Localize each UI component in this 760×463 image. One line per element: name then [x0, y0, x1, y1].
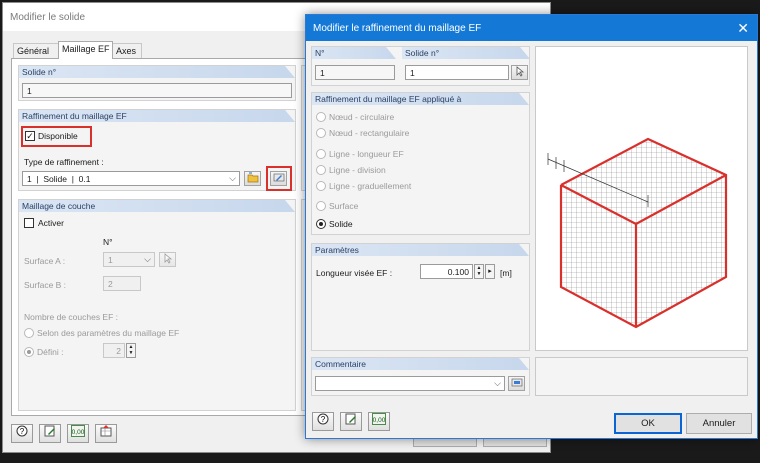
option-line-division-radio[interactable]: [316, 165, 326, 175]
tab-general[interactable]: Général: [13, 43, 59, 58]
defined-radio[interactable]: [24, 347, 34, 357]
library-icon: [511, 378, 522, 387]
units-button[interactable]: 0,00: [368, 412, 390, 431]
units-icon: 0,00: [71, 425, 85, 437]
solid-number-section: Solide n° 1: [18, 65, 296, 101]
option-node-rectangular-radio[interactable]: [316, 128, 326, 138]
help-icon: ?: [16, 425, 28, 437]
edit-note-icon: [44, 425, 55, 437]
chevron-down-icon: ⌵: [494, 378, 501, 388]
tab-axes[interactable]: Axes: [112, 43, 142, 58]
section-header: Raffinement du maillage EF appliqué à: [312, 93, 529, 105]
edit-note-icon: [345, 413, 356, 425]
comment-library-button[interactable]: [508, 376, 525, 391]
defined-count-spinner[interactable]: ▲ ▼: [126, 343, 136, 358]
section-header: Maillage de couche: [19, 200, 295, 212]
option-line-gradual-label: Ligne - graduellement: [329, 181, 412, 191]
number-section: N° Solide n° 1 1: [311, 46, 530, 86]
pick-solid-button[interactable]: [511, 65, 528, 80]
option-solid-radio[interactable]: [316, 219, 326, 229]
section-header: Solide n°: [19, 66, 295, 78]
help-button[interactable]: ?: [11, 424, 33, 443]
option-line-length-label: Ligne - longueur EF: [329, 149, 404, 159]
defined-count-field[interactable]: 2: [103, 343, 125, 358]
option-line-gradual-radio[interactable]: [316, 181, 326, 191]
option-line-length-radio[interactable]: [316, 149, 326, 159]
dialog-title: Modifier le raffinement du maillage EF: [306, 15, 757, 41]
layer-mesh-section: Maillage de couche Activer N° Surface A …: [18, 199, 296, 411]
layer-count-label: Nombre de couches EF :: [24, 312, 119, 322]
svg-text:0,00: 0,00: [72, 429, 85, 436]
help-button[interactable]: ?: [312, 412, 334, 431]
units-button[interactable]: 0,00: [67, 424, 89, 443]
edit-note-button[interactable]: [340, 412, 362, 431]
section-header: Paramètres: [312, 244, 529, 256]
option-surface-radio[interactable]: [316, 201, 326, 211]
surface-a-select[interactable]: 1 ⌵: [103, 252, 155, 267]
tab-mesh[interactable]: Maillage EF: [58, 41, 113, 59]
parameters-section: Paramètres Longueur visée EF : 0.100 ▲ ▼ …: [311, 243, 530, 351]
comment-input[interactable]: ⌵: [315, 376, 505, 391]
no-header: N°: [312, 47, 396, 59]
info-table-icon: [100, 425, 112, 437]
pointer-icon: [516, 66, 524, 77]
comment-section: Commentaire ⌵: [311, 357, 530, 396]
option-node-circular-label: Nœud - circulaire: [329, 112, 395, 122]
target-length-label: Longueur visée EF :: [316, 268, 393, 278]
surface-a-label: Surface A :: [24, 256, 66, 266]
mesh-params-label: Selon des paramètres du maillage EF: [37, 328, 180, 338]
cube-preview: [535, 46, 748, 351]
highlight-available: [21, 126, 92, 147]
activate-checkbox[interactable]: [24, 218, 34, 228]
section-header: Commentaire: [312, 358, 529, 370]
new-folder-icon: [247, 172, 258, 183]
activate-label: Activer: [38, 218, 64, 228]
close-icon[interactable]: ✕: [737, 20, 749, 37]
pick-surface-button[interactable]: [159, 252, 176, 267]
ok-button[interactable]: OK: [614, 413, 682, 434]
svg-text:?: ?: [321, 415, 326, 424]
target-length-unit: [m]: [500, 268, 512, 278]
section-header: Raffinement du maillage EF: [19, 110, 295, 122]
option-solid-label: Solide: [329, 219, 353, 229]
applied-to-section: Raffinement du maillage EF appliqué à Nœ…: [311, 92, 530, 235]
edit-mesh-refinement-dialog: Modifier le raffinement du maillage EF ✕…: [305, 14, 758, 439]
info-button[interactable]: [95, 424, 117, 443]
new-refinement-button[interactable]: [244, 171, 261, 186]
target-length-spinner[interactable]: ▲ ▼: [474, 264, 484, 279]
highlight-edit-button: [266, 166, 292, 191]
option-surface-label: Surface: [329, 201, 359, 211]
mesh-refinement-section: Raffinement du maillage EF ✓ Disponible …: [18, 109, 296, 191]
target-length-input[interactable]: 0.100: [420, 264, 473, 279]
chevron-down-icon: ⌵: [229, 173, 236, 183]
solid-number-input[interactable]: 1: [405, 65, 509, 80]
solid-header: Solide n°: [402, 47, 530, 59]
option-node-circular-radio[interactable]: [316, 112, 326, 122]
mesh-cube-illustration: [547, 137, 728, 329]
mesh-params-radio[interactable]: [24, 328, 34, 338]
option-node-rectangular-label: Nœud - rectangulaire: [329, 128, 410, 138]
comment-preview-pane: [535, 357, 748, 396]
help-icon: ?: [317, 413, 329, 425]
chevron-down-icon: ⌵: [144, 254, 151, 264]
svg-text:?: ?: [20, 427, 25, 436]
no-field: 1: [315, 65, 395, 80]
option-line-division-label: Ligne - division: [329, 165, 386, 175]
number-column-label: N°: [103, 237, 113, 247]
units-icon: 0,00: [372, 413, 386, 425]
refinement-type-value: 1 | Solide | 0.1: [27, 174, 91, 184]
target-length-arrow[interactable]: ▸: [485, 264, 495, 279]
cancel-button[interactable]: Annuler: [686, 413, 752, 434]
defined-label: Défini :: [37, 347, 64, 357]
surface-b-field: 2: [103, 276, 141, 291]
solid-number-field: 1: [22, 83, 292, 98]
svg-text:0,00: 0,00: [373, 417, 386, 424]
surface-a-value: 1: [108, 255, 113, 265]
pointer-icon: [164, 253, 172, 264]
refinement-type-select[interactable]: 1 | Solide | 0.1 ⌵: [22, 171, 240, 186]
surface-b-label: Surface B :: [24, 280, 67, 290]
edit-note-button[interactable]: [39, 424, 61, 443]
refinement-type-label: Type de raffinement :: [24, 157, 104, 167]
